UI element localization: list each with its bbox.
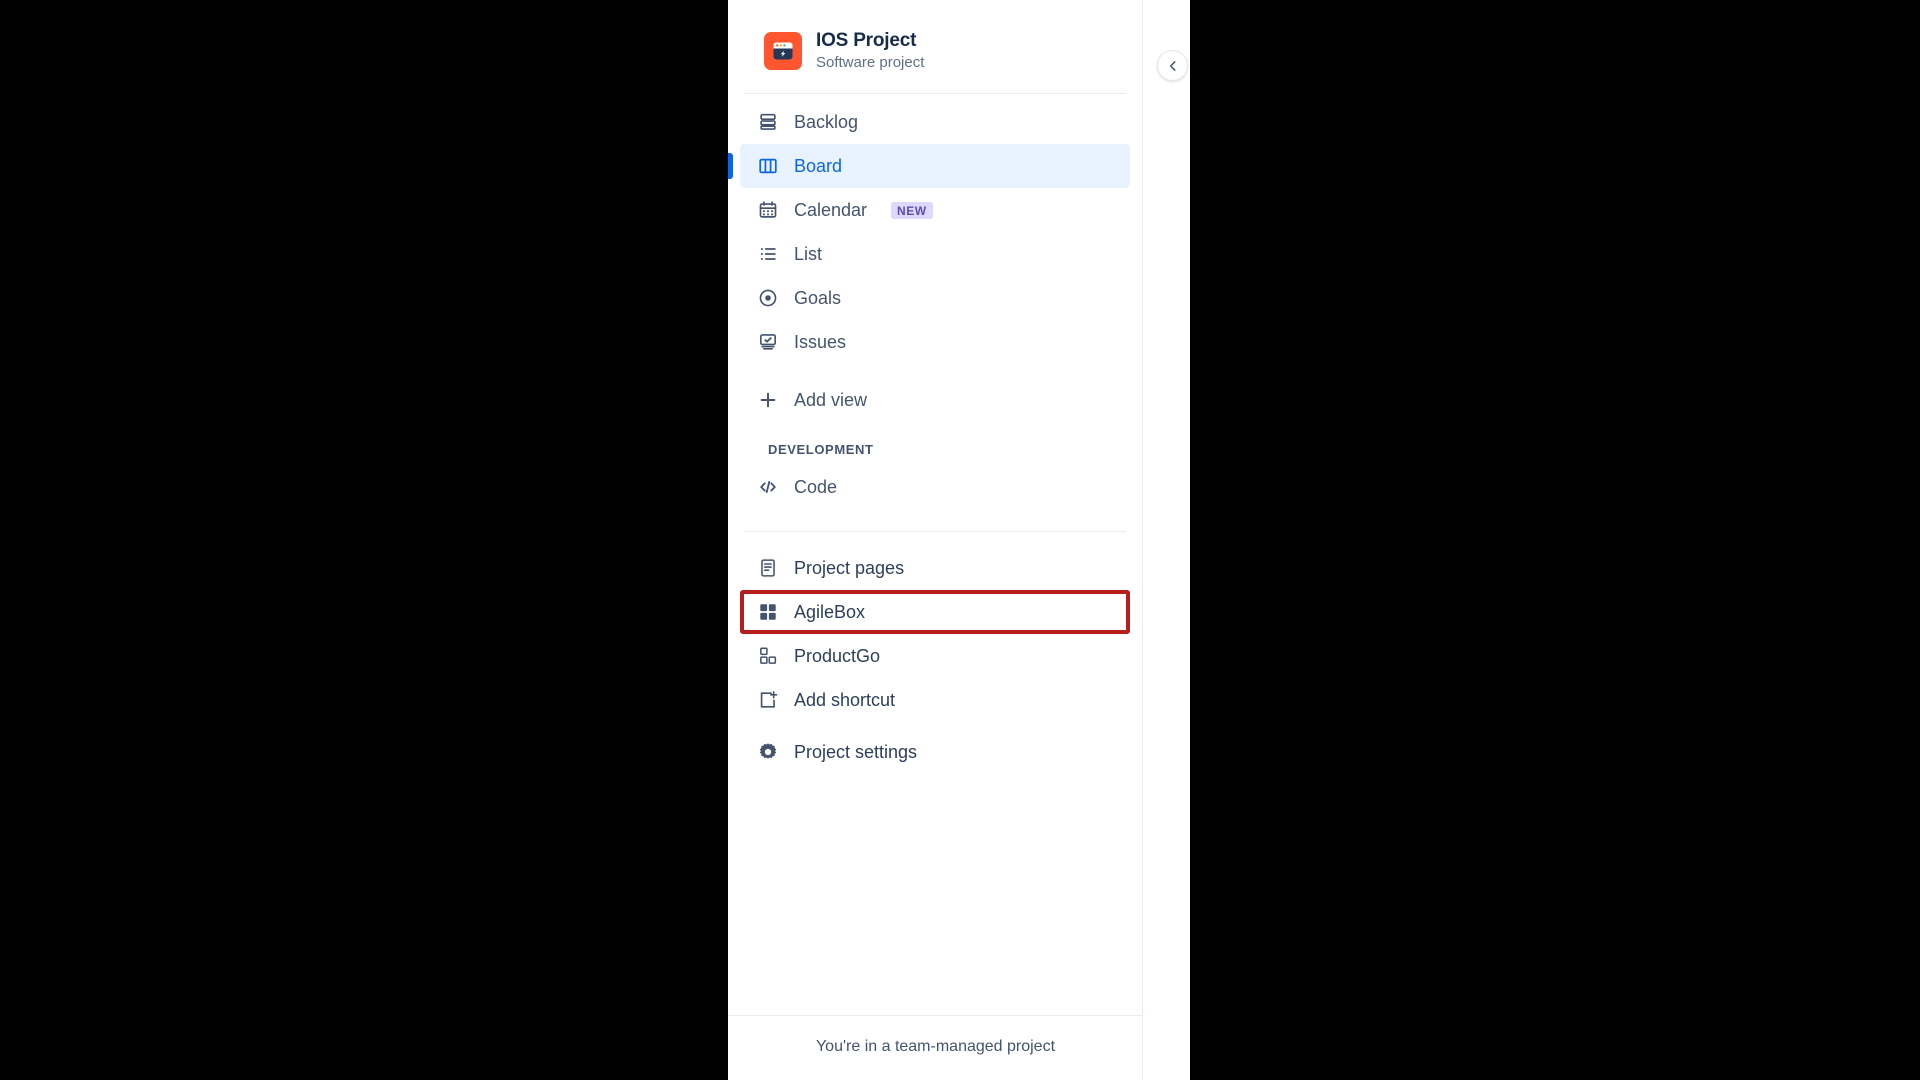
selected-indicator: [728, 153, 733, 180]
backlog-icon: [756, 110, 780, 134]
browser-viewport: IOS Project Software project Backlog Boa…: [728, 0, 1190, 1080]
views-nav-list: Backlog Board Calendar NEW List Goals Is…: [728, 94, 1142, 509]
sidebar-item-code[interactable]: Code: [740, 465, 1130, 509]
project-subtitle: Software project: [816, 53, 925, 71]
sidebar-item-calendar[interactable]: Calendar NEW: [740, 188, 1130, 232]
project-name: IOS Project: [816, 30, 917, 51]
sidebar-item-add-shortcut[interactable]: Add shortcut: [740, 678, 1130, 722]
grid-four-icon: [756, 600, 780, 624]
board-icon: [756, 154, 780, 178]
sidebar-item-label: Backlog: [794, 111, 859, 132]
sidebar-item-label: Project settings: [794, 741, 918, 762]
collapse-sidebar-button[interactable]: [1157, 50, 1188, 81]
issues-icon: [756, 330, 780, 354]
sidebar-item-add-view[interactable]: Add view: [740, 378, 1130, 422]
sidebar-item-label: Calendar: [794, 199, 868, 220]
plus-icon: [756, 388, 780, 412]
sidebar-item-agilebox[interactable]: AgileBox: [740, 590, 1130, 635]
sidebar-item-label: Project pages: [794, 557, 905, 578]
sidebar-item-label: Goals: [794, 287, 842, 308]
project-sidebar: IOS Project Software project Backlog Boa…: [728, 0, 1143, 1080]
status-badge-new: NEW: [891, 201, 933, 219]
sidebar-item-backlog[interactable]: Backlog: [740, 100, 1130, 144]
sidebar-item-label: AgileBox: [794, 601, 866, 622]
chevron-left-icon: [1169, 60, 1176, 71]
sidebar-item-productgo[interactable]: ProductGo: [740, 634, 1130, 678]
sidebar-item-label: Issues: [794, 331, 847, 352]
shortcuts-nav-list: Project pages AgileBox ProductGo Add sho…: [728, 532, 1142, 774]
gear-icon: [756, 740, 780, 764]
calendar-icon: [756, 198, 780, 222]
sidebar-item-issues[interactable]: Issues: [740, 320, 1130, 364]
sidebar-item-label: Add view: [794, 389, 868, 410]
sidebar-item-label: List: [794, 243, 823, 264]
team-managed-note: You're in a team-managed project: [728, 1015, 1143, 1080]
page-icon: [756, 556, 780, 580]
project-header[interactable]: IOS Project Software project: [728, 0, 1142, 93]
sidebar-item-goals[interactable]: Goals: [740, 276, 1130, 320]
project-avatar-icon: [764, 31, 802, 70]
goals-icon: [756, 286, 780, 310]
sidebar-item-project-pages[interactable]: Project pages: [740, 546, 1130, 590]
sidebar-item-project-settings[interactable]: Project settings: [740, 730, 1130, 774]
section-header-development: DEVELOPMENT: [768, 442, 874, 458]
add-shortcut-icon: [756, 688, 780, 712]
sidebar-item-list[interactable]: List: [740, 232, 1130, 276]
sidebar-item-label: ProductGo: [794, 645, 881, 666]
code-icon: [756, 475, 780, 499]
sidebar-item-label: Code: [794, 476, 838, 497]
sidebar-item-label: Add shortcut: [794, 689, 896, 710]
list-icon: [756, 242, 780, 266]
sidebar-item-label: Board: [794, 155, 843, 176]
project-title-block: IOS Project Software project: [816, 30, 924, 71]
sidebar-item-board[interactable]: Board: [728, 144, 1130, 189]
screenshot-stage: IOS Project Software project Backlog Boa…: [0, 0, 1920, 1080]
grid-three-icon: [756, 644, 780, 668]
